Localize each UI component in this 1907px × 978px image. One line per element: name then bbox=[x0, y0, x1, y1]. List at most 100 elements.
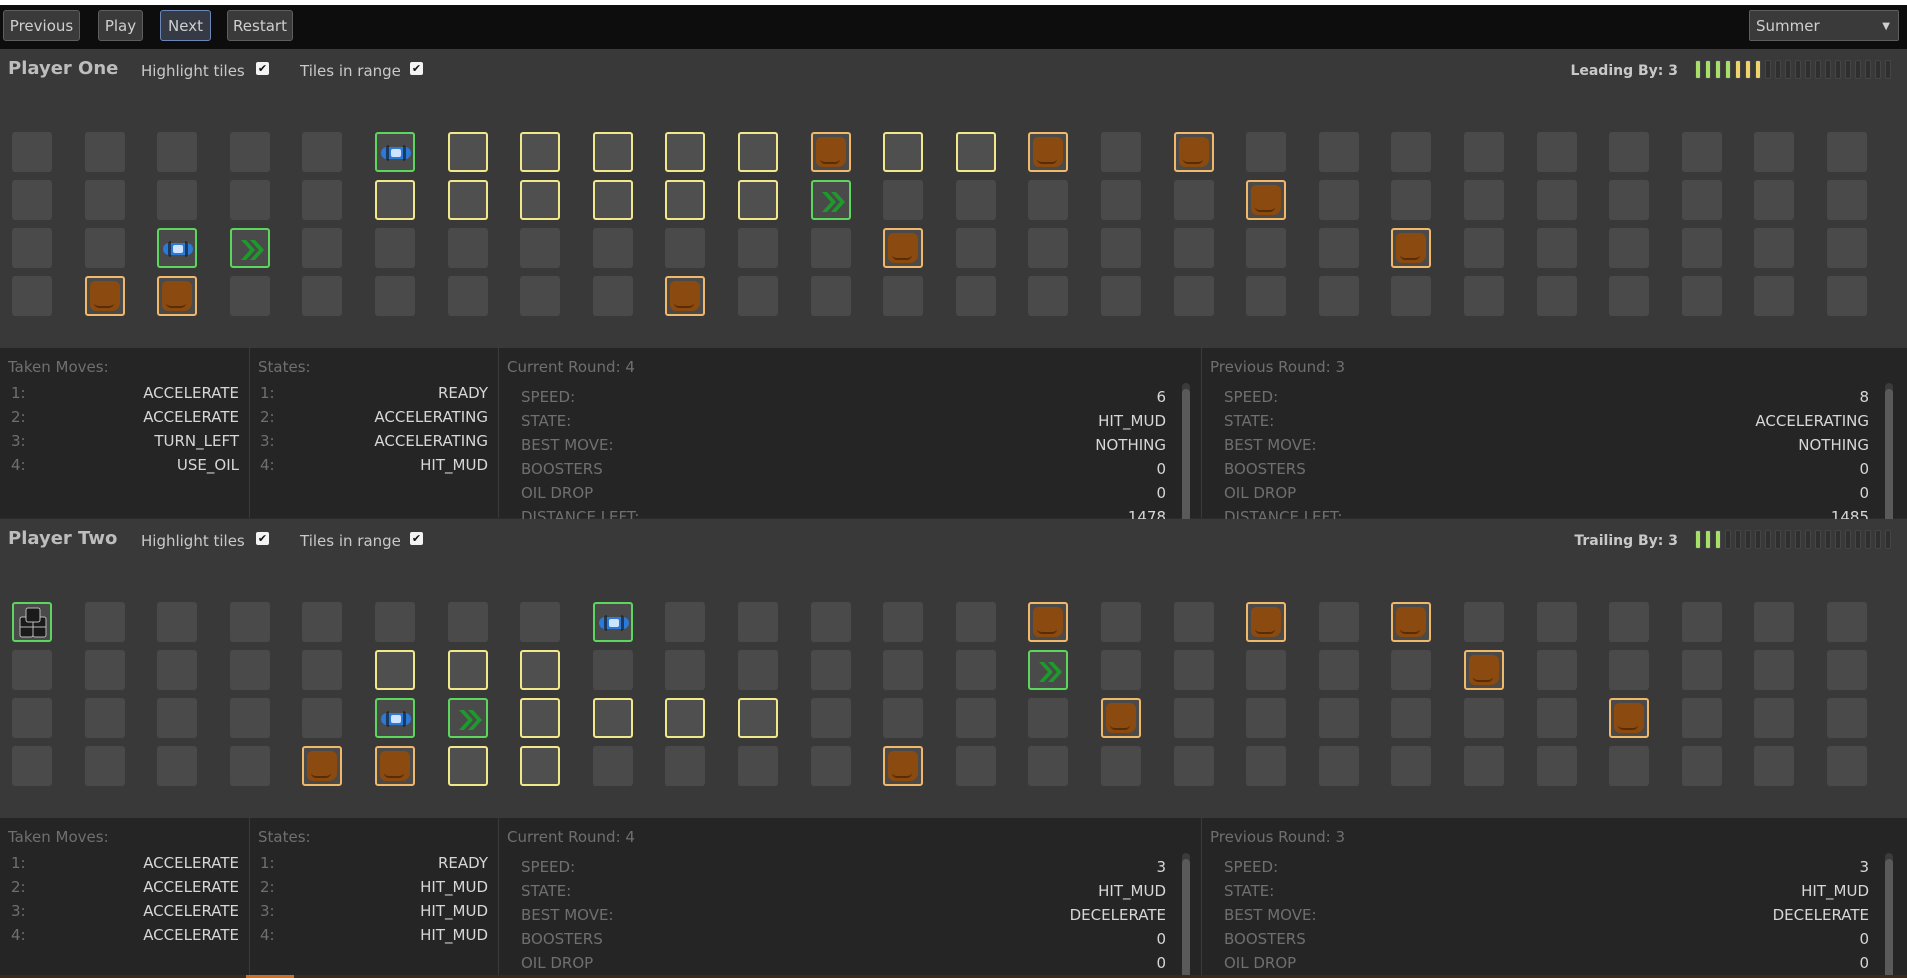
track-tile[interactable] bbox=[1101, 132, 1141, 172]
track-tile[interactable] bbox=[593, 602, 633, 642]
track-tile[interactable] bbox=[230, 228, 270, 268]
track-tile[interactable] bbox=[448, 228, 488, 268]
track-tile[interactable] bbox=[1246, 650, 1286, 690]
track-tile[interactable] bbox=[1391, 746, 1431, 786]
track-tile[interactable] bbox=[1609, 650, 1649, 690]
track-tile[interactable] bbox=[1682, 650, 1722, 690]
track-tile[interactable] bbox=[1537, 228, 1577, 268]
tiles-in-range-checkbox[interactable]: ✔ bbox=[410, 62, 423, 75]
track-tile[interactable] bbox=[1827, 650, 1867, 690]
track-tile[interactable] bbox=[593, 746, 633, 786]
track-tile[interactable] bbox=[1246, 180, 1286, 220]
track-tile[interactable] bbox=[665, 180, 705, 220]
track-tile[interactable] bbox=[738, 602, 778, 642]
track-tile[interactable] bbox=[85, 276, 125, 316]
track-tile[interactable] bbox=[230, 276, 270, 316]
track-tile[interactable] bbox=[738, 228, 778, 268]
track-tile[interactable] bbox=[302, 746, 342, 786]
track-tile[interactable] bbox=[1827, 132, 1867, 172]
track-tile[interactable] bbox=[1174, 602, 1214, 642]
track-tile[interactable] bbox=[883, 746, 923, 786]
track-tile[interactable] bbox=[1609, 602, 1649, 642]
track-tile[interactable] bbox=[302, 276, 342, 316]
track-tile[interactable] bbox=[1682, 698, 1722, 738]
track-tile[interactable] bbox=[230, 132, 270, 172]
track-tile[interactable] bbox=[1391, 180, 1431, 220]
track-tile[interactable] bbox=[593, 132, 633, 172]
track-tile[interactable] bbox=[1682, 132, 1722, 172]
highlight-tiles-checkbox[interactable]: ✔ bbox=[256, 532, 269, 545]
track-tile[interactable] bbox=[811, 650, 851, 690]
track-tile[interactable] bbox=[1754, 180, 1794, 220]
track-tile[interactable] bbox=[1682, 746, 1722, 786]
track-tile[interactable] bbox=[665, 132, 705, 172]
restart-button[interactable]: Restart bbox=[227, 10, 293, 41]
track-tile[interactable] bbox=[12, 228, 52, 268]
track-tile[interactable] bbox=[520, 698, 560, 738]
play-button[interactable]: Play bbox=[98, 10, 143, 41]
track-tile[interactable] bbox=[1028, 698, 1068, 738]
track-tile[interactable] bbox=[738, 276, 778, 316]
track-tile[interactable] bbox=[157, 698, 197, 738]
track-tile[interactable] bbox=[230, 602, 270, 642]
track-tile[interactable] bbox=[811, 180, 851, 220]
track-tile[interactable] bbox=[12, 132, 52, 172]
scrollbar[interactable] bbox=[1885, 853, 1893, 978]
track-tile[interactable] bbox=[883, 276, 923, 316]
track-tile[interactable] bbox=[811, 698, 851, 738]
track-tile[interactable] bbox=[665, 746, 705, 786]
season-select[interactable]: Summer ▼ bbox=[1749, 10, 1899, 41]
track-tile[interactable] bbox=[956, 602, 996, 642]
track-tile[interactable] bbox=[375, 650, 415, 690]
track-tile[interactable] bbox=[1827, 698, 1867, 738]
track-tile[interactable] bbox=[302, 180, 342, 220]
track-tile[interactable] bbox=[738, 746, 778, 786]
track-tile[interactable] bbox=[520, 276, 560, 316]
track-tile[interactable] bbox=[811, 602, 851, 642]
track-tile[interactable] bbox=[375, 180, 415, 220]
track-tile[interactable] bbox=[1464, 602, 1504, 642]
track-tile[interactable] bbox=[230, 180, 270, 220]
track-tile[interactable] bbox=[1464, 132, 1504, 172]
track-tile[interactable] bbox=[1174, 180, 1214, 220]
track-tile[interactable] bbox=[1609, 698, 1649, 738]
scrollbar-thumb[interactable] bbox=[1182, 389, 1190, 539]
track-tile[interactable] bbox=[448, 602, 488, 642]
track-tile[interactable] bbox=[1101, 180, 1141, 220]
track-tile[interactable] bbox=[1464, 746, 1504, 786]
track-tile[interactable] bbox=[230, 650, 270, 690]
track-tile[interactable] bbox=[157, 180, 197, 220]
track-tile[interactable] bbox=[520, 180, 560, 220]
track-tile[interactable] bbox=[1609, 228, 1649, 268]
track-tile[interactable] bbox=[665, 276, 705, 316]
track-tile[interactable] bbox=[1827, 180, 1867, 220]
track-tile[interactable] bbox=[448, 132, 488, 172]
track-tile[interactable] bbox=[883, 650, 923, 690]
track-tile[interactable] bbox=[157, 132, 197, 172]
track-tile[interactable] bbox=[1537, 746, 1577, 786]
track-tile[interactable] bbox=[1101, 650, 1141, 690]
track-tile[interactable] bbox=[302, 650, 342, 690]
track-tile[interactable] bbox=[85, 180, 125, 220]
track-tile[interactable] bbox=[738, 132, 778, 172]
track-tile[interactable] bbox=[811, 132, 851, 172]
track-tile[interactable] bbox=[593, 228, 633, 268]
track-tile[interactable] bbox=[1028, 650, 1068, 690]
track-tile[interactable] bbox=[1319, 132, 1359, 172]
track-tile[interactable] bbox=[1028, 228, 1068, 268]
track-tile[interactable] bbox=[302, 132, 342, 172]
track-tile[interactable] bbox=[1319, 180, 1359, 220]
track-tile[interactable] bbox=[302, 698, 342, 738]
track-tile[interactable] bbox=[1609, 132, 1649, 172]
track-tile[interactable] bbox=[883, 132, 923, 172]
track-tile[interactable] bbox=[1464, 650, 1504, 690]
track-tile[interactable] bbox=[448, 276, 488, 316]
track-tile[interactable] bbox=[1101, 228, 1141, 268]
track-tile[interactable] bbox=[956, 746, 996, 786]
track-tile[interactable] bbox=[1319, 698, 1359, 738]
track-tile[interactable] bbox=[665, 228, 705, 268]
track-tile[interactable] bbox=[593, 180, 633, 220]
scrollbar-thumb[interactable] bbox=[1182, 859, 1190, 978]
track-tile[interactable] bbox=[1391, 650, 1431, 690]
track-tile[interactable] bbox=[157, 746, 197, 786]
